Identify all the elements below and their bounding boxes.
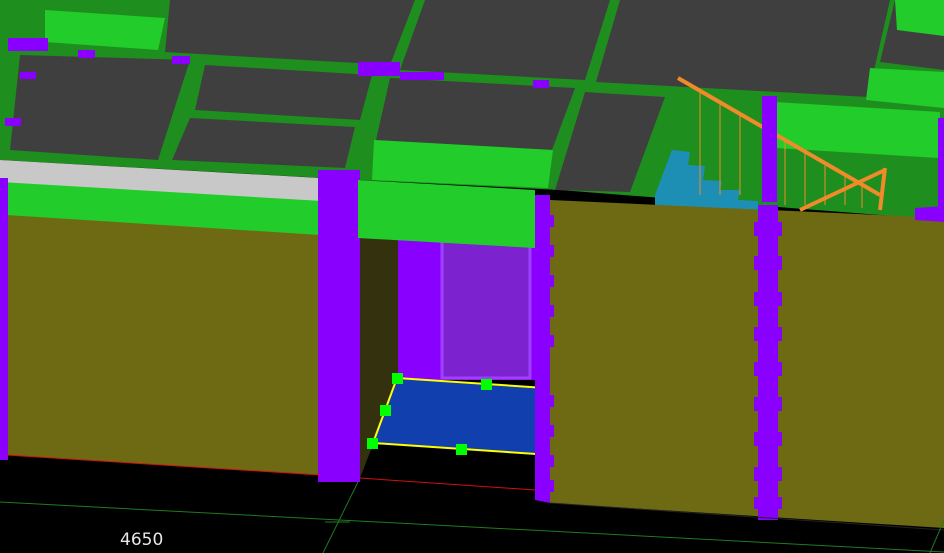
column bbox=[938, 118, 944, 210]
column-cap bbox=[400, 72, 444, 80]
column-cap bbox=[8, 38, 48, 51]
column-cap bbox=[533, 80, 549, 88]
column-cap bbox=[78, 50, 95, 58]
roof-slab[interactable] bbox=[596, 0, 890, 97]
grip-square[interactable] bbox=[392, 373, 403, 384]
door-panel[interactable] bbox=[440, 228, 532, 380]
3d-model-viewport[interactable]: 4650 bbox=[0, 0, 944, 553]
roof-beam[interactable] bbox=[895, 0, 944, 36]
column-cap bbox=[358, 62, 400, 76]
column[interactable] bbox=[318, 170, 360, 482]
left-wall-block[interactable] bbox=[0, 160, 360, 482]
right-wall-block[interactable] bbox=[535, 195, 944, 531]
grip-square[interactable] bbox=[481, 379, 492, 390]
column-left-edge bbox=[0, 178, 8, 460]
grip-square[interactable] bbox=[456, 444, 467, 455]
column[interactable] bbox=[535, 195, 550, 503]
model-scene[interactable]: 4650 bbox=[0, 0, 944, 553]
column-cap bbox=[172, 56, 190, 64]
column-cap bbox=[915, 206, 944, 222]
stair-column[interactable] bbox=[762, 96, 777, 202]
roof-slab[interactable] bbox=[10, 55, 190, 160]
lintel-beam bbox=[358, 180, 535, 248]
roof-slab[interactable] bbox=[400, 0, 610, 80]
grip-square[interactable] bbox=[380, 405, 391, 416]
grip-square[interactable] bbox=[367, 438, 378, 449]
wall-right[interactable] bbox=[550, 200, 944, 528]
column-cap bbox=[20, 72, 36, 79]
column-cap bbox=[5, 118, 21, 126]
roof-slab[interactable] bbox=[376, 78, 575, 150]
dimension-label[interactable]: 4650 bbox=[120, 530, 163, 550]
